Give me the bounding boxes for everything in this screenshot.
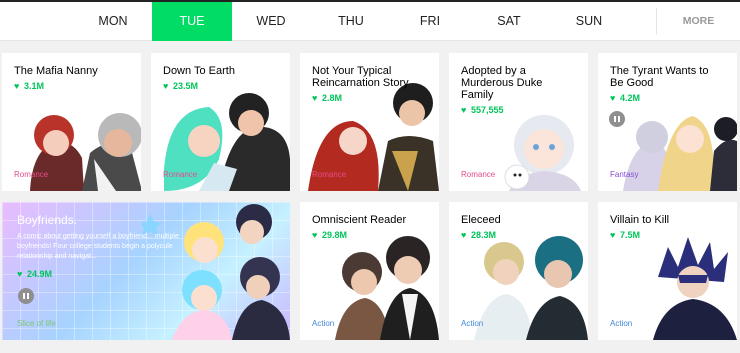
comic-thumbnail [142,204,290,340]
tab-tue[interactable]: TUE [152,2,232,41]
tab-fri[interactable]: FRI [390,2,470,41]
heart-icon: ♥ [610,230,616,240]
like-count: ♥ 24.9M [17,269,53,279]
tab-sat[interactable]: SAT [469,2,549,41]
comic-title: Adopted by a Murderous Duke Family [461,65,543,101]
comic-title: Boyfriends. [17,213,78,227]
comic-title: Eleceed [461,214,501,226]
comic-card-omniscient-reader[interactable]: Omniscient Reader ♥ 29.8M Action [300,202,439,340]
more-button[interactable]: MORE [656,8,740,35]
comic-title: Down To Earth [163,65,235,77]
tab-wed[interactable]: WED [231,2,311,41]
heart-icon: ♥ [17,269,23,279]
genre-label: Action [312,319,335,328]
comic-card-villain-to-kill[interactable]: Villain to Kill ♥ 7.5M Action [598,202,737,340]
genre-label: Romance [14,170,49,179]
comic-card-boyfriends[interactable]: Boyfriends. A comic about getting yourse… [2,202,290,340]
comic-title: The Tyrant Wants to Be Good [610,65,709,89]
like-count: ♥ 28.3M [461,230,497,240]
genre-label: Action [610,319,633,328]
like-count: ♥ 4.2M [610,93,641,103]
comic-card-mafia-nanny[interactable]: The Mafia Nanny ♥ 3.1M Romance [2,53,141,191]
heart-icon: ♥ [610,93,616,103]
comic-thumbnail [653,237,737,340]
heart-icon: ♥ [461,105,467,115]
pause-icon[interactable] [609,111,625,127]
heart-icon: ♥ [163,81,169,91]
like-count: ♥ 29.8M [312,230,348,240]
comic-title: Not Your Typical Reincarnation Story [312,65,409,89]
comic-description: A comic about getting yourself a boyfrie… [17,233,179,260]
heart-icon: ♥ [14,81,20,91]
like-count: ♥ 2.8M [312,93,343,103]
genre-label: Romance [163,170,198,179]
comic-thumbnail [504,115,581,191]
genre-label: Action [461,319,484,328]
comic-title: Villain to Kill [610,214,670,226]
comic-card-tyrant-wants-good[interactable]: The Tyrant Wants to Be Good ♥ 4.2M Fantas… [598,53,737,191]
tab-sun[interactable]: SUN [549,2,629,41]
like-count: ♥ 7.5M [610,230,641,240]
tab-mon[interactable]: MON [73,2,153,41]
pause-icon[interactable] [18,288,34,304]
comic-title: Omniscient Reader [312,214,407,226]
comic-thumbnail [335,236,439,340]
genre-label: Fantasy [610,170,639,179]
comic-card-not-your-typical[interactable]: Not Your Typical Reincarnation Story ♥ 2.… [300,53,439,191]
comic-card-adopted-duke-family[interactable]: Adopted by a Murderous Duke Family ♥ 557,… [449,53,588,191]
like-count: ♥ 557,555 [461,105,504,115]
tab-thu[interactable]: THU [311,2,391,41]
genre-label: Slice of life [17,319,56,328]
like-count: ♥ 3.1M [14,81,45,91]
genre-label: Romance [461,170,496,179]
heart-icon: ♥ [312,230,318,240]
heart-icon: ♥ [312,93,318,103]
like-count: ♥ 23.5M [163,81,199,91]
comic-card-eleceed[interactable]: Eleceed ♥ 28.3M Action [449,202,588,340]
heart-icon: ♥ [461,230,467,240]
comic-card-down-to-earth[interactable]: Down To Earth ♥ 23.5M Romance [151,53,290,191]
genre-label: Romance [312,170,347,179]
weekday-tab-bar: MON TUE WED THU FRI SAT SUN MORE [0,2,740,41]
comic-thumbnail [474,236,588,340]
comic-title: The Mafia Nanny [14,65,98,77]
